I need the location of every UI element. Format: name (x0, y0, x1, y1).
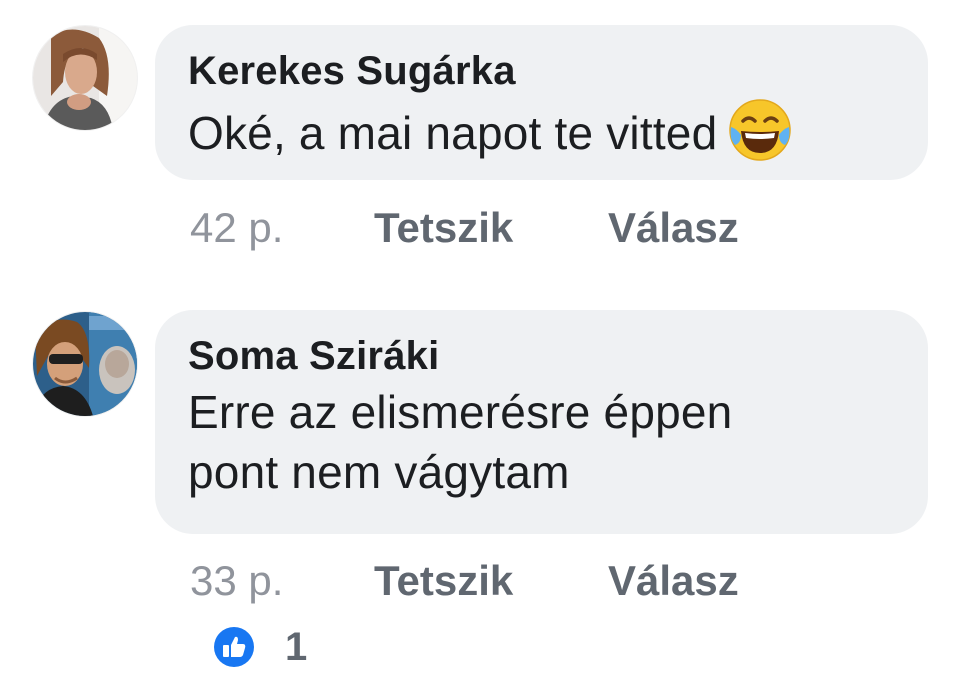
profile-photo-icon (33, 26, 137, 130)
comment-text: Erre az elismerésre éppen pont nem vágyt… (188, 382, 896, 502)
comment-text: Oké, a mai napot te vitted (188, 97, 896, 163)
comment-text-content: Oké, a mai napot te vitted (188, 107, 718, 159)
reaction-count: 1 (285, 625, 308, 669)
face-with-tears-of-joy-icon (727, 97, 793, 163)
comment-text-line: Erre az elismerésre éppen (188, 386, 733, 438)
profile-photo-icon (33, 312, 137, 416)
like-button[interactable]: Tetszik (374, 556, 513, 606)
comment-bubble: Soma Sziráki Erre az elismerésre éppen p… (155, 310, 928, 534)
avatar-kerekes-sugarka[interactable] (33, 26, 137, 130)
comment-text-line: pont nem vágytam (188, 446, 570, 498)
avatar-soma-sziraki[interactable] (33, 312, 137, 416)
comment-author[interactable]: Kerekes Sugárka (188, 51, 896, 91)
reply-button[interactable]: Válasz (608, 556, 739, 606)
like-button[interactable]: Tetszik (374, 203, 513, 253)
comment-timestamp[interactable]: 33 p. (190, 556, 283, 606)
comment-timestamp[interactable]: 42 p. (190, 203, 283, 253)
thumbs-up-icon (213, 626, 255, 668)
reply-button[interactable]: Válasz (608, 203, 739, 253)
comment-bubble: Kerekes Sugárka Oké, a mai napot te vitt… (155, 25, 928, 180)
comment-author[interactable]: Soma Sziráki (188, 336, 896, 376)
